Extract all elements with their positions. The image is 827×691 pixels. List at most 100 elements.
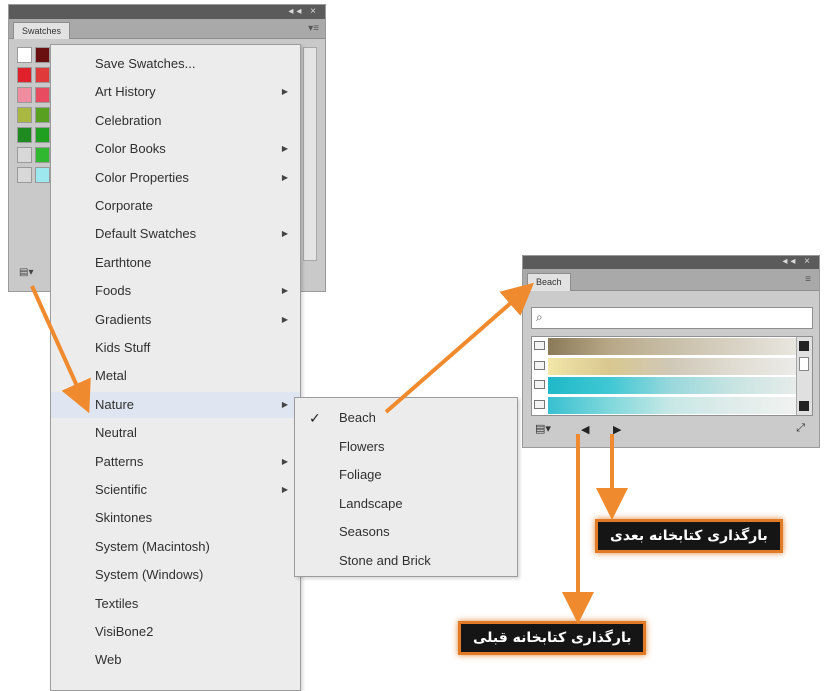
panel-menu-icon[interactable]: ▾≡ (308, 23, 319, 34)
submenu-item-label: Stone and Brick (339, 552, 431, 568)
load-swatch-library-icon[interactable]: ⤢ (796, 422, 805, 435)
color-swatch[interactable] (17, 47, 32, 63)
beach-search-field[interactable]: ⌕ (531, 307, 813, 329)
menu-item-label: Gradients (95, 311, 152, 327)
menu-item-gradients[interactable]: Gradients ▶ (51, 307, 300, 333)
beach-list-scrollbar[interactable] (796, 337, 812, 415)
menu-item-web[interactable]: Web (51, 647, 300, 673)
color-swatch[interactable] (35, 147, 50, 163)
swatch-row (17, 107, 53, 124)
search-input[interactable] (552, 310, 802, 326)
submenu-item-stone-and-brick[interactable]: Stone and Brick (295, 547, 517, 575)
menu-item-label: Color Properties (95, 169, 189, 185)
submenu-arrow-icon: ▶ (281, 172, 288, 182)
menu-item-label: Art History (95, 84, 156, 100)
color-swatch[interactable] (17, 127, 32, 143)
swatch-row (17, 127, 53, 144)
menu-item-celebration[interactable]: Celebration (51, 108, 300, 134)
next-library-callout: بارگذاری کتابخانه بعدی (595, 519, 783, 553)
swatch-libraries-menu-button[interactable]: ▤▾ (19, 267, 33, 278)
swatch-libraries-menu-button[interactable]: ▤▾ (535, 422, 551, 435)
color-swatch[interactable] (35, 127, 50, 143)
submenu-item-foliage[interactable]: Foliage (295, 461, 517, 489)
menu-item-foods[interactable]: Foods ▶ (51, 278, 300, 304)
swatch-row (17, 147, 53, 164)
menu-item-label: Foods (95, 283, 132, 299)
tab-swatches[interactable]: Swatches (13, 22, 71, 39)
menu-item-label: System (Macintosh) (95, 538, 210, 554)
scroll-thumb[interactable] (799, 357, 809, 371)
previous-library-button[interactable]: ◀ (581, 423, 589, 436)
menu-item-label: Save Swatches... (95, 56, 196, 71)
submenu-item-label: Landscape (339, 495, 403, 511)
menu-item-save-swatches[interactable]: Save Swatches... (51, 51, 300, 77)
submenu-arrow-icon: ▶ (281, 286, 288, 296)
color-group-strip (548, 377, 796, 394)
menu-item-color-properties[interactable]: Color Properties ▶ (51, 165, 300, 191)
color-swatch[interactable] (35, 47, 50, 63)
menu-item-textiles[interactable]: Textiles (51, 591, 300, 617)
color-group-strip (548, 357, 796, 375)
panel-tabbar: Swatches ▾≡ (9, 19, 325, 39)
menu-item-neutral[interactable]: Neutral (51, 420, 300, 446)
menu-item-label: Kids Stuff (95, 340, 151, 355)
beach-panel-menu-icon[interactable]: ≡ (805, 274, 811, 285)
panel-window-controls-icon[interactable]: ◂◂ × (288, 6, 319, 17)
swatches-scrollbar[interactable] (303, 47, 317, 261)
menu-item-label: Color Books (95, 141, 166, 157)
color-group-strip (548, 396, 796, 414)
menu-item-kids-stuff[interactable]: Kids Stuff (51, 335, 300, 361)
menu-item-visibone2[interactable]: VisiBone2 (51, 619, 300, 645)
color-swatch[interactable] (17, 107, 32, 123)
submenu-arrow-icon: ▶ (281, 314, 288, 324)
submenu-arrow-icon: ▶ (281, 456, 288, 466)
menu-item-default-swatches[interactable]: Default Swatches ▶ (51, 221, 300, 247)
submenu-item-flowers[interactable]: Flowers (295, 433, 517, 461)
menu-item-metal[interactable]: Metal (51, 363, 300, 389)
submenu-arrow-icon: ▶ (281, 144, 288, 154)
menu-item-label: Neutral (95, 425, 137, 441)
color-swatch[interactable] (17, 167, 32, 183)
menu-item-skintones[interactable]: Skintones (51, 505, 300, 531)
menu-item-corporate[interactable]: Corporate (51, 193, 300, 219)
submenu-item-label: Foliage (339, 467, 382, 482)
menu-item-label: Textiles (95, 595, 139, 611)
scroll-up-icon[interactable] (799, 341, 809, 351)
menu-item-system-macintosh[interactable]: System (Macintosh) (51, 534, 300, 560)
tab-beach[interactable]: Beach (527, 273, 571, 291)
color-swatch[interactable] (35, 67, 50, 83)
menu-item-color-books[interactable]: Color Books ▶ (51, 136, 300, 162)
menu-item-label: Default Swatches (95, 226, 197, 242)
color-swatch[interactable] (35, 167, 50, 183)
menu-item-system-windows[interactable]: System (Windows) (51, 562, 300, 588)
scroll-down-icon[interactable] (799, 401, 809, 411)
beach-swatch-row[interactable] (532, 337, 798, 356)
menu-item-earthtone[interactable]: Earthtone (51, 250, 300, 276)
submenu-item-landscape[interactable]: Landscape (295, 490, 517, 518)
color-swatch[interactable] (35, 107, 50, 123)
beach-swatch-row[interactable] (532, 396, 798, 415)
beach-swatch-row[interactable] (532, 357, 798, 376)
beach-swatch-row[interactable] (532, 376, 798, 395)
color-swatch[interactable] (17, 67, 32, 83)
menu-item-label: Nature (95, 396, 135, 412)
beach-panel-tabbar: Beach ≡ (523, 269, 819, 291)
beach-window-controls-icon[interactable]: ◂◂ × (782, 256, 813, 267)
beach-panel-titlebar[interactable]: ◂◂ × (523, 256, 819, 269)
menu-item-nature[interactable]: Nature ▶ (51, 391, 300, 418)
menu-item-scientific[interactable]: Scientific ▶ (51, 477, 300, 503)
beach-library-panel: ◂◂ × Beach ≡ ⌕ ▤▾ ◀ ▶ ⤢ (522, 255, 820, 448)
swatch-libraries-menu: Save Swatches... Art History ▶ Celebration C… (50, 44, 301, 691)
next-library-button[interactable]: ▶ (613, 423, 621, 436)
panel-titlebar[interactable]: ◂◂ × (9, 5, 325, 19)
swatch-row (17, 67, 53, 84)
menu-item-label: Corporate (95, 198, 153, 213)
color-swatch[interactable] (17, 87, 32, 103)
color-swatch[interactable] (17, 147, 32, 163)
submenu-item-beach[interactable]: ✓ Beach (295, 404, 517, 432)
color-swatch[interactable] (35, 87, 50, 103)
submenu-item-seasons[interactable]: Seasons (295, 518, 517, 546)
menu-item-patterns[interactable]: Patterns ▶ (51, 449, 300, 475)
menu-item-label: Web (95, 652, 122, 668)
menu-item-art-history[interactable]: Art History ▶ (51, 79, 300, 105)
